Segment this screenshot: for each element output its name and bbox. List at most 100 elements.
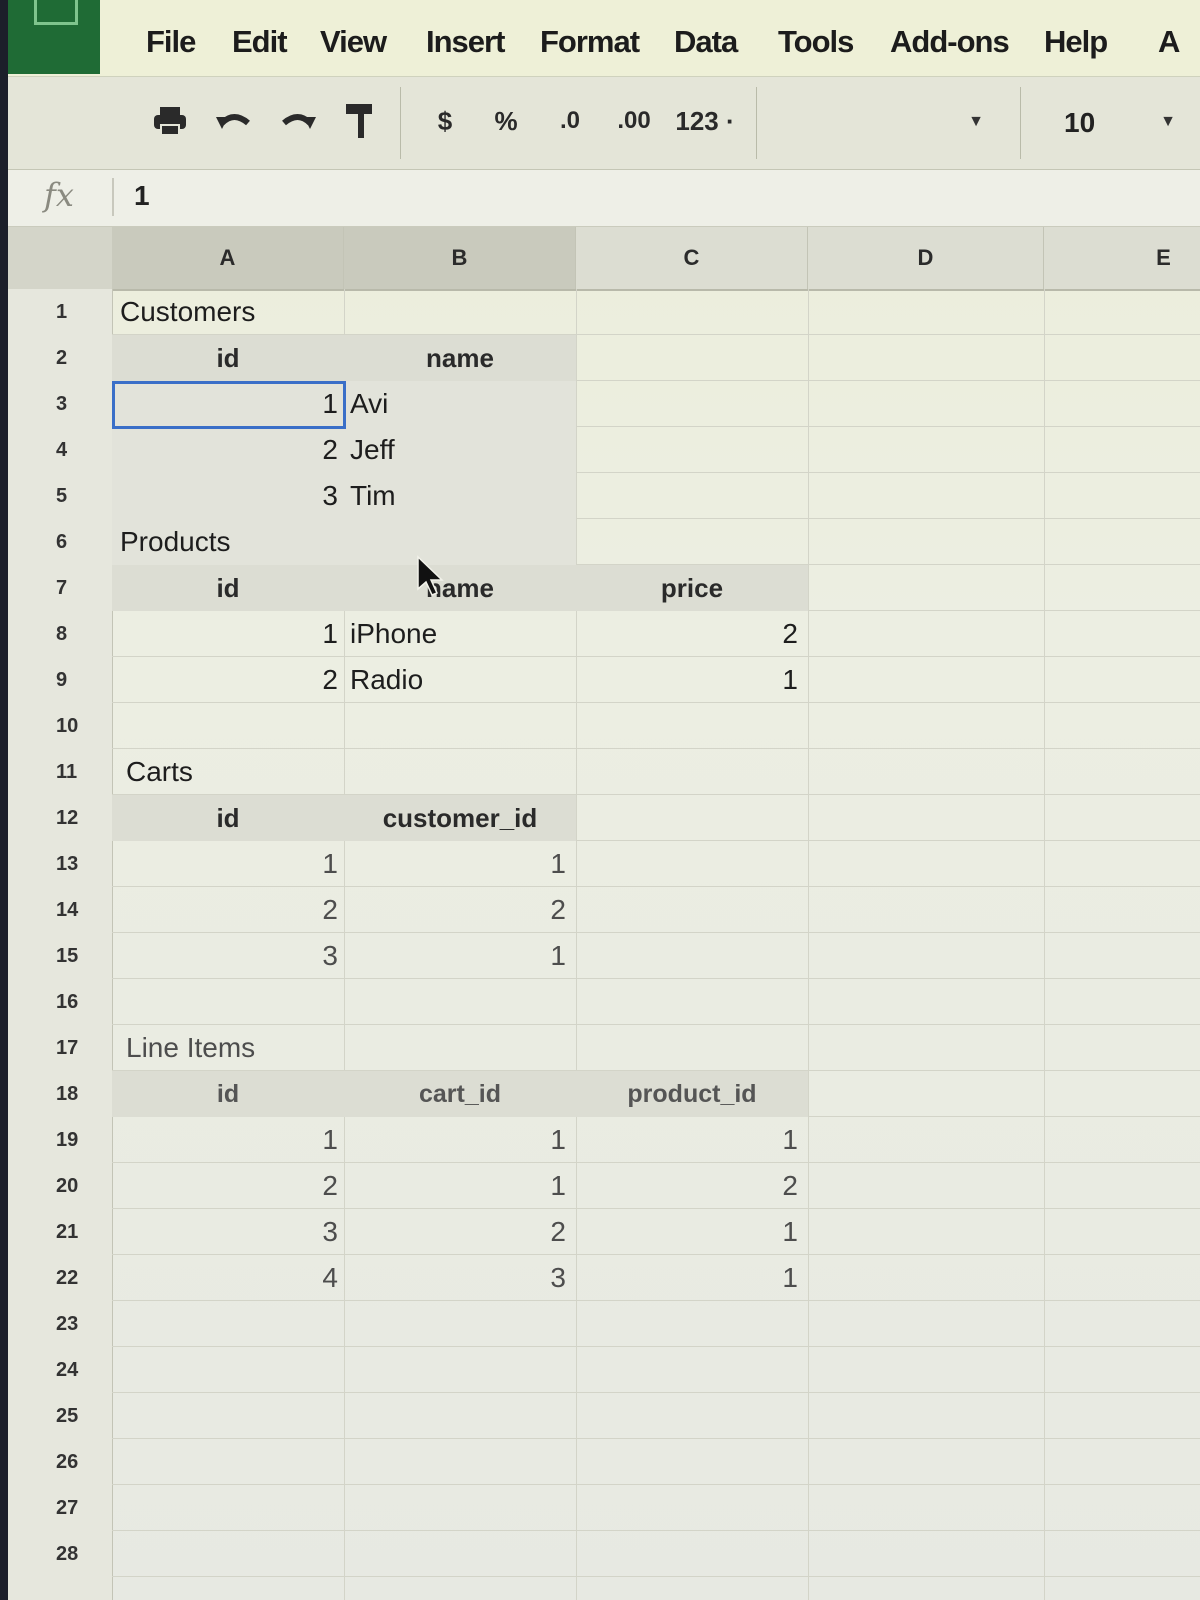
menu-insert[interactable]: Insert bbox=[426, 24, 505, 60]
product-id-cell[interactable]: 1 bbox=[112, 611, 338, 657]
line-item-cart-id-cell[interactable]: 3 bbox=[344, 1255, 566, 1301]
row-header[interactable]: 22 bbox=[8, 1255, 112, 1301]
line-item-product-id-cell[interactable]: 1 bbox=[576, 1255, 798, 1301]
menu-data[interactable]: Data bbox=[674, 24, 738, 60]
more-formats-button[interactable]: 123 · bbox=[666, 99, 744, 143]
customer-name-cell[interactable]: Tim bbox=[350, 473, 576, 519]
row-header[interactable]: 28 bbox=[8, 1531, 112, 1577]
product-price-cell[interactable]: 1 bbox=[576, 657, 798, 703]
line-item-cart-id-cell[interactable]: 2 bbox=[344, 1209, 566, 1255]
product-name-cell[interactable]: iPhone bbox=[350, 611, 576, 657]
menu-file[interactable]: File bbox=[146, 24, 196, 60]
products-header-price[interactable]: price bbox=[576, 565, 808, 611]
redo-icon[interactable] bbox=[276, 99, 320, 143]
product-id-cell[interactable]: 2 bbox=[112, 657, 338, 703]
row-header[interactable]: 18 bbox=[8, 1071, 112, 1117]
cart-customer-id-cell[interactable]: 2 bbox=[344, 887, 566, 933]
column-header-a[interactable]: A bbox=[112, 227, 344, 289]
menu-tools[interactable]: Tools bbox=[778, 24, 854, 60]
row-header[interactable]: 20 bbox=[8, 1163, 112, 1209]
row-header[interactable]: 16 bbox=[8, 979, 112, 1025]
menu-edit[interactable]: Edit bbox=[232, 24, 288, 60]
products-header-id[interactable]: id bbox=[112, 565, 344, 611]
row-header[interactable]: 14 bbox=[8, 887, 112, 933]
row-header[interactable]: 10 bbox=[8, 703, 112, 749]
row-header[interactable]: 13 bbox=[8, 841, 112, 887]
cart-customer-id-cell[interactable]: 1 bbox=[344, 933, 566, 979]
row-header[interactable]: 15 bbox=[8, 933, 112, 979]
menu-add-ons[interactable]: Add-ons bbox=[890, 24, 1010, 60]
row-header[interactable]: 19 bbox=[8, 1117, 112, 1163]
section-title-line-items[interactable]: Line Items bbox=[126, 1025, 426, 1071]
cart-id-cell[interactable]: 3 bbox=[112, 933, 338, 979]
paint-format-icon[interactable] bbox=[338, 99, 382, 143]
row-header[interactable]: 5 bbox=[8, 473, 112, 519]
column-header-e[interactable]: E bbox=[1044, 227, 1200, 289]
column-header-b[interactable]: B bbox=[344, 227, 576, 289]
product-price-cell[interactable]: 2 bbox=[576, 611, 798, 657]
customer-name-cell[interactable]: Avi bbox=[350, 381, 576, 427]
line-item-cart-id-cell[interactable]: 1 bbox=[344, 1163, 566, 1209]
line-item-id-cell[interactable]: 4 bbox=[112, 1255, 338, 1301]
line-item-product-id-cell[interactable]: 1 bbox=[576, 1209, 798, 1255]
menu-view[interactable]: View bbox=[320, 24, 387, 60]
row-header[interactable]: 2 bbox=[8, 335, 112, 381]
increase-decimal-button[interactable]: .00 bbox=[608, 99, 660, 143]
column-header-c[interactable]: C bbox=[576, 227, 808, 289]
row-header[interactable]: 6 bbox=[8, 519, 112, 565]
customers-header-name[interactable]: name bbox=[344, 335, 576, 381]
row-header[interactable]: 24 bbox=[8, 1347, 112, 1393]
line-items-header-product-id[interactable]: product_id bbox=[576, 1071, 808, 1117]
customer-id-cell[interactable]: 2 bbox=[112, 427, 338, 473]
line-item-id-cell[interactable]: 2 bbox=[112, 1163, 338, 1209]
row-header[interactable]: 7 bbox=[8, 565, 112, 611]
customers-header-id[interactable]: id bbox=[112, 335, 344, 381]
cart-id-cell[interactable]: 2 bbox=[112, 887, 338, 933]
row-header[interactable]: 27 bbox=[8, 1485, 112, 1531]
row-header[interactable]: 8 bbox=[8, 611, 112, 657]
print-icon[interactable] bbox=[148, 99, 192, 143]
customer-id-cell[interactable]: 1 bbox=[112, 381, 338, 427]
carts-header-id[interactable]: id bbox=[112, 795, 344, 841]
decrease-decimal-button[interactable]: .0 bbox=[548, 99, 592, 143]
menu-help[interactable]: Help bbox=[1044, 24, 1108, 60]
line-item-cart-id-cell[interactable]: 1 bbox=[344, 1117, 566, 1163]
section-title-customers[interactable]: Customers bbox=[120, 289, 420, 335]
sheets-logo-icon[interactable] bbox=[8, 0, 100, 74]
row-header[interactable]: 25 bbox=[8, 1393, 112, 1439]
select-all-corner[interactable] bbox=[8, 227, 114, 289]
menu-format[interactable]: Format bbox=[540, 24, 640, 60]
row-header[interactable]: 4 bbox=[8, 427, 112, 473]
menu-accessibility[interactable]: A bbox=[1158, 24, 1180, 60]
line-items-header-cart-id[interactable]: cart_id bbox=[344, 1071, 576, 1117]
row-header[interactable]: 23 bbox=[8, 1301, 112, 1347]
cell-grid[interactable]: Customers id name 1 Avi 2 Jeff 3 Tim Pro… bbox=[112, 289, 1200, 1600]
row-header[interactable]: 9 bbox=[8, 657, 112, 703]
percent-button[interactable]: % bbox=[486, 99, 526, 143]
row-header[interactable]: 11 bbox=[8, 749, 112, 795]
section-title-carts[interactable]: Carts bbox=[126, 749, 426, 795]
carts-header-customer-id[interactable]: customer_id bbox=[344, 795, 576, 841]
product-name-cell[interactable]: Radio bbox=[350, 657, 576, 703]
customer-name-cell[interactable]: Jeff bbox=[350, 427, 576, 473]
formula-input[interactable]: 1 bbox=[134, 180, 150, 212]
section-title-products[interactable]: Products bbox=[120, 519, 420, 565]
row-header[interactable]: 21 bbox=[8, 1209, 112, 1255]
line-item-id-cell[interactable]: 3 bbox=[112, 1209, 338, 1255]
line-items-header-id[interactable]: id bbox=[112, 1071, 344, 1117]
column-header-d[interactable]: D bbox=[808, 227, 1044, 289]
row-header[interactable]: 1 bbox=[8, 289, 112, 335]
row-header[interactable]: 17 bbox=[8, 1025, 112, 1071]
row-header[interactable]: 12 bbox=[8, 795, 112, 841]
font-family-select[interactable]: ▼ bbox=[768, 91, 1008, 151]
line-item-product-id-cell[interactable]: 2 bbox=[576, 1163, 798, 1209]
customer-id-cell[interactable]: 3 bbox=[112, 473, 338, 519]
font-size-select[interactable]: 10 ▼ bbox=[1036, 91, 1200, 151]
undo-icon[interactable] bbox=[212, 99, 256, 143]
line-item-id-cell[interactable]: 1 bbox=[112, 1117, 338, 1163]
currency-button[interactable]: $ bbox=[428, 99, 462, 143]
row-header[interactable]: 26 bbox=[8, 1439, 112, 1485]
cart-customer-id-cell[interactable]: 1 bbox=[344, 841, 566, 887]
row-header[interactable]: 3 bbox=[8, 381, 112, 427]
line-item-product-id-cell[interactable]: 1 bbox=[576, 1117, 798, 1163]
